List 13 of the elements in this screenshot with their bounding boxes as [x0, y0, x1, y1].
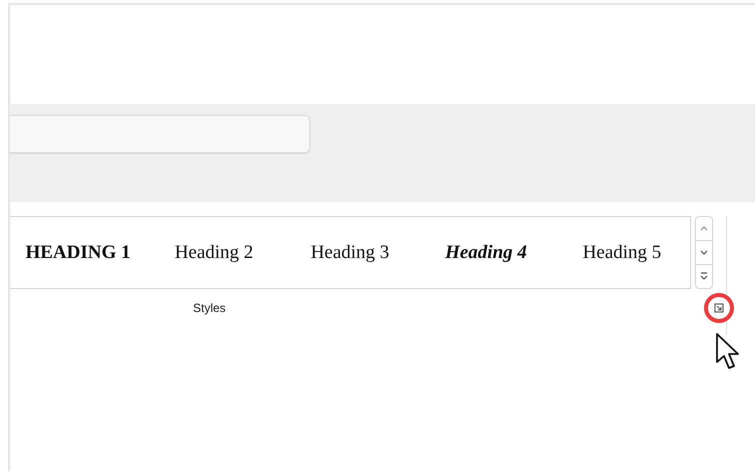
expand-icon [699, 272, 709, 281]
launcher-icon [714, 303, 724, 313]
group-label: Styles [193, 301, 226, 315]
dialog-launcher-button[interactable] [704, 293, 734, 323]
cursor-icon [715, 332, 741, 372]
scroll-up-button[interactable] [695, 216, 713, 241]
more-button[interactable] [695, 264, 713, 289]
style-item[interactable]: Heading 3 [282, 234, 418, 272]
style-item[interactable]: Heading 4 [418, 234, 554, 272]
search-field[interactable] [10, 115, 310, 153]
style-item[interactable]: Heading 5 [554, 234, 690, 272]
style-item[interactable]: Heading 2 [146, 234, 282, 272]
style-item[interactable]: HEADING 1 [10, 234, 146, 272]
